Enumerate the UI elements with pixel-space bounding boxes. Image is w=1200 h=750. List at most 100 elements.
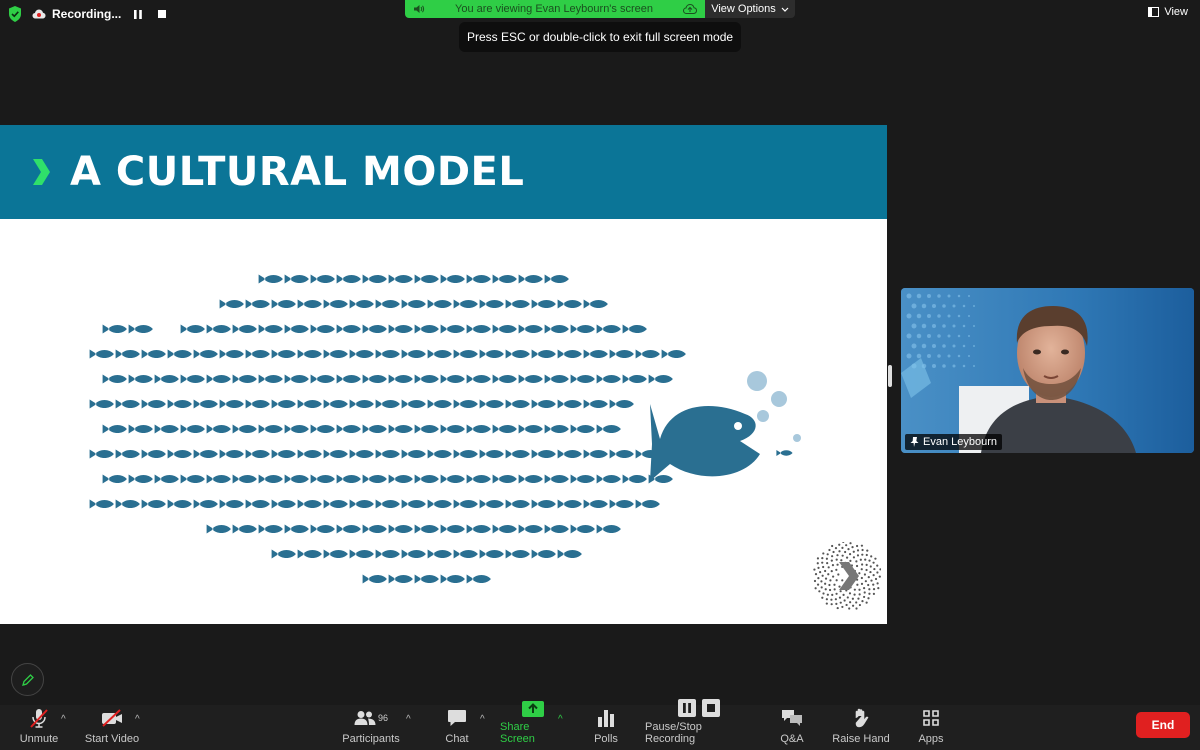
raise-hand-button[interactable]: Raise Hand [832,705,890,750]
small-fish [544,524,569,534]
participants-button[interactable]: 96 Participants [340,705,402,750]
small-fish [297,399,322,409]
logo-dot [860,582,864,585]
pause-recording-icon[interactable] [131,7,145,21]
logo-dot [860,576,863,580]
small-fish [89,399,114,409]
small-fish [362,524,387,534]
logo-dot [861,553,864,556]
small-fish [466,574,491,584]
small-fish [648,374,673,384]
small-fish [141,399,166,409]
small-fish [349,399,374,409]
small-fish [505,499,530,509]
bg-dot [932,344,936,348]
small-fish [505,549,530,559]
unmute-button[interactable]: Unmute [14,705,64,750]
small-fish [271,399,296,409]
logo-dot [856,554,860,557]
small-fish [531,499,556,509]
logo-dot [839,590,842,593]
logo-dot [833,583,836,586]
logo-dot [860,568,863,571]
small-fish [557,499,582,509]
view-button[interactable]: View [1148,6,1188,18]
small-fish [401,349,426,359]
bg-dot [911,303,917,309]
chat-button[interactable]: Chat [440,705,474,750]
microphone-muted-icon [30,709,48,728]
bg-dot [927,314,931,318]
small-fish [609,449,634,459]
small-fish [375,449,400,459]
logo-dot [863,591,866,594]
small-fish [284,374,309,384]
logo-dot [831,544,834,548]
small-fish [349,549,374,559]
logo-dot [816,557,820,560]
logo-dot [845,603,848,607]
bg-dot [968,335,970,337]
chevron-right-icon [33,159,50,185]
small-fish [440,574,465,584]
small-fish [258,524,283,534]
bg-dot [916,333,922,339]
logo-dot [856,549,860,552]
logo-dot [860,544,864,547]
recording-indicator[interactable]: Recording... [32,7,121,21]
small-fish [596,474,621,484]
start-video-button[interactable]: Start Video [84,705,140,750]
small-fish [167,499,192,509]
small-fish [622,324,647,334]
bg-dot [906,353,912,359]
logo-dot [838,585,841,588]
logo-dot [829,579,832,582]
video-options-caret-icon[interactable]: ^ [135,714,140,725]
small-fish [466,274,491,284]
bg-dot [937,314,941,318]
bg-dot [921,323,927,329]
small-fish [271,349,296,359]
audio-options-caret-icon[interactable]: ^ [61,714,66,725]
small-fish [466,474,491,484]
small-fish [232,374,257,384]
speaker-icon [414,5,425,13]
small-fish [154,474,179,484]
share-options-caret-icon[interactable]: ^ [558,714,563,725]
end-meeting-button[interactable]: End [1136,712,1190,738]
logo-dot [832,550,835,554]
stop-recording-icon[interactable] [155,7,169,21]
share-screen-button[interactable]: Share Screen [500,701,566,750]
qa-button[interactable]: Q&A [776,705,808,750]
apps-button[interactable]: Apps [914,705,948,750]
annotate-button[interactable] [11,663,44,696]
logo-dot [876,582,879,585]
logo-dot [821,561,824,564]
esc-tip-text: Press ESC or double-click to exit full s… [466,30,734,44]
view-options-button[interactable]: View Options [705,0,795,18]
shield-icon[interactable] [8,6,22,22]
bg-dot [937,334,941,338]
top-left-status: Recording... [8,6,169,22]
small-fish [466,424,491,434]
small-fish [544,274,569,284]
small-fish [557,349,582,359]
small-fish [622,374,647,384]
small-fish [310,424,335,434]
chat-options-caret-icon[interactable]: ^ [480,714,485,725]
small-fish [362,574,387,584]
small-fish [284,424,309,434]
participants-options-caret-icon[interactable]: ^ [406,714,411,725]
small-fish [323,349,348,359]
participant-video[interactable]: Evan Leybourn [901,288,1194,453]
small-fish [336,524,361,534]
small-fish [180,324,205,334]
logo-dot [844,550,847,554]
pause-stop-recording-button[interactable]: Pause/Stop Recording [645,699,753,750]
small-fish [492,524,517,534]
splitter-handle[interactable] [888,365,892,387]
small-fish [141,449,166,459]
polls-label: Polls [594,733,618,745]
polls-button[interactable]: Polls [590,705,622,750]
small-fish [531,449,556,459]
